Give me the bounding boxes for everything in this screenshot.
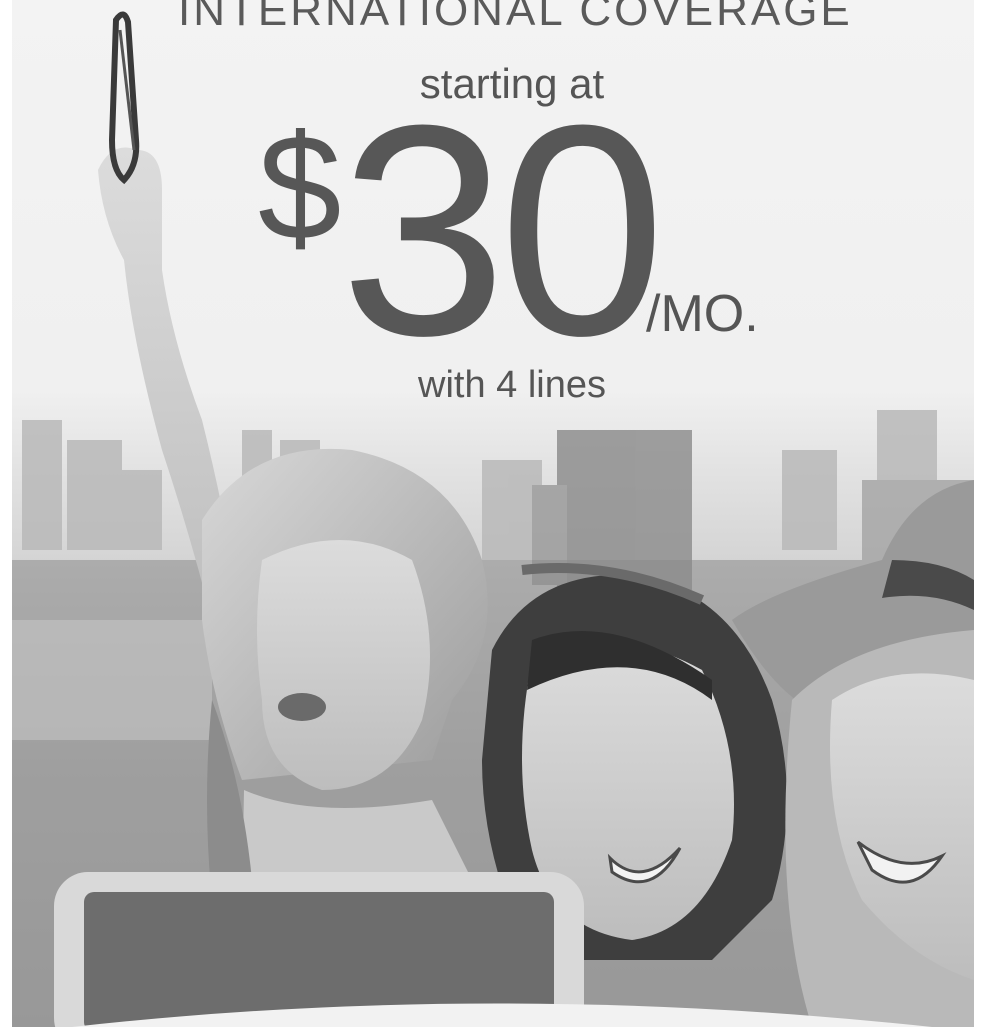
per-month-label: /MO.: [646, 285, 759, 343]
price-offer: INTERNATIONAL COVERAGE starting at $ 30 …: [12, 0, 974, 420]
headline: INTERNATIONAL COVERAGE: [178, 0, 853, 35]
lines-label: with 4 lines: [418, 364, 606, 406]
price-amount: 30: [340, 62, 666, 398]
woman-left: [202, 448, 488, 900]
currency-symbol: $: [258, 103, 342, 271]
advertisement: INTERNATIONAL COVERAGE starting at $ 30 …: [12, 0, 974, 1027]
